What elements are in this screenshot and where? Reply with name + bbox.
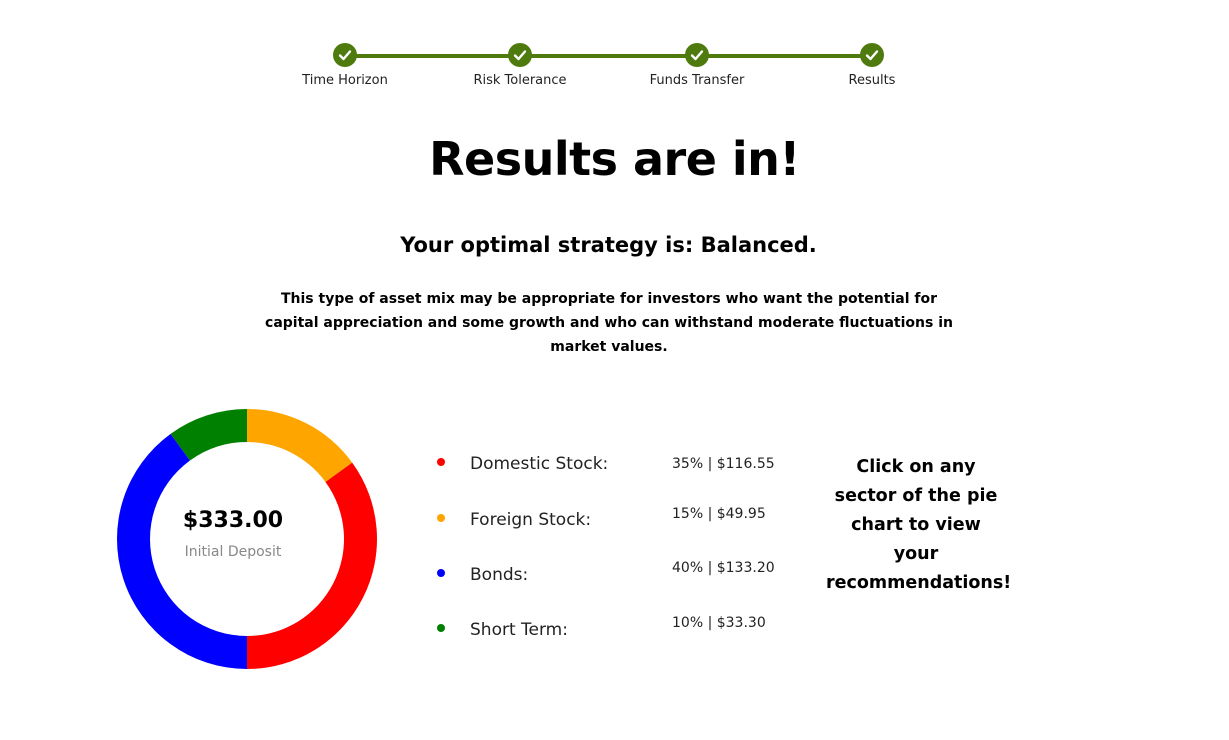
donut-svg (117, 409, 377, 669)
step-label: Time Horizon (302, 73, 388, 88)
slice-domestic-stock[interactable] (247, 462, 377, 669)
legend-bullet (437, 624, 445, 632)
legend-name: Bonds: (470, 565, 529, 585)
legend-value: 35% | $116.55 (672, 456, 775, 472)
chart-hint: Click on any sector of the pie chart to … (826, 457, 1012, 593)
step-label: Funds Transfer (649, 73, 745, 88)
strategy-description: This type of asset mix may be appropriat… (265, 291, 953, 355)
legend-item-foreign-stock: Foreign Stock: 15% | $49.95 (430, 506, 810, 538)
legend-item-short-term: Short Term: 10% | $33.30 (430, 615, 810, 648)
legend-bullet (437, 458, 445, 466)
legend-value: 10% | $33.30 (672, 615, 766, 631)
legend-name: Short Term: (470, 620, 568, 640)
legend-name: Domestic Stock: (470, 454, 609, 474)
step-funds-transfer[interactable]: Funds Transfer (637, 42, 757, 88)
check-icon (685, 43, 709, 67)
step-label: Results (848, 73, 896, 88)
step-results[interactable]: Results (812, 42, 932, 88)
legend-name: Foreign Stock: (470, 510, 592, 530)
legend-bullet (437, 569, 445, 577)
strategy-heading: Your optimal strategy is: Balanced. (400, 233, 817, 257)
progress-stepper: Time Horizon Risk Tolerance Funds Transf… (300, 42, 900, 92)
page-title: Results are in! (429, 132, 800, 186)
deposit-amount: $333.00 (182, 508, 284, 533)
legend-value: 15% | $49.95 (672, 506, 766, 522)
check-icon (333, 43, 357, 67)
legend-bullet (437, 514, 445, 522)
legend-item-bonds: Bonds: 40% | $133.20 (430, 560, 810, 593)
allocation-donut-chart: $333.00 Initial Deposit (116, 408, 378, 670)
stepper-line (345, 54, 872, 58)
slice-foreign-stock[interactable] (247, 409, 353, 482)
check-icon (860, 43, 884, 67)
step-time-horizon[interactable]: Time Horizon (285, 42, 405, 88)
check-icon (508, 43, 532, 67)
legend-value: 40% | $133.20 (672, 560, 775, 576)
legend-item-domestic-stock: Domestic Stock: 35% | $116.55 (430, 452, 810, 482)
step-label: Risk Tolerance (473, 73, 567, 88)
deposit-label: Initial Deposit (184, 544, 282, 560)
step-risk-tolerance[interactable]: Risk Tolerance (460, 42, 580, 88)
